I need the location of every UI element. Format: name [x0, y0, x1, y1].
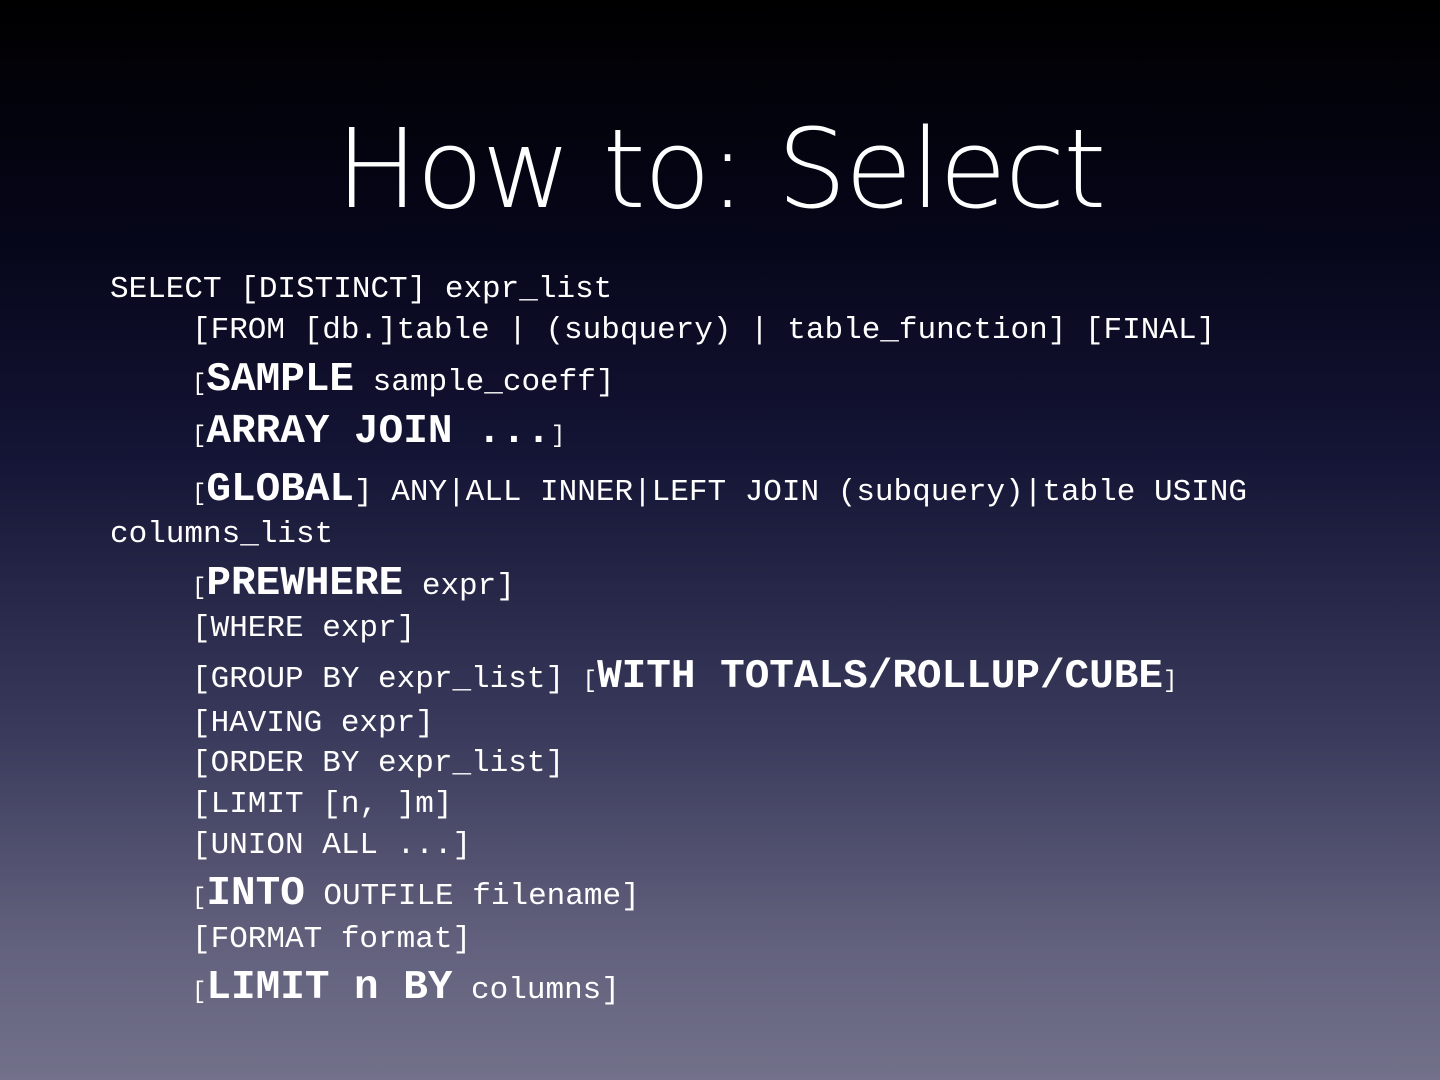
code-text: [LIMIT [n, ]m] [192, 787, 453, 822]
code-keyword: WITH TOTALS/ROLLUP/CUBE [597, 654, 1163, 700]
code-text: sample_coeff] [354, 365, 615, 400]
code-line-where: [WHERE expr] [192, 609, 415, 649]
code-text: ] ANY|ALL INNER|LEFT JOIN (subquery)|tab… [354, 475, 1247, 510]
code-text: OUTFILE filename] [304, 879, 640, 914]
code-line-limit-by: [LIMIT n BY columns] [192, 968, 620, 1013]
code-keyword: INTO [206, 871, 305, 917]
code-line-order-by: [ORDER BY expr_list] [192, 744, 564, 784]
code-line-columns-list: columns_list [110, 515, 333, 555]
code-line-group-by: [GROUP BY expr_list] [WITH TOTALS/ROLLUP… [192, 657, 1177, 702]
code-text: SELECT [DISTINCT] expr_list [110, 272, 613, 307]
code-line-having: [HAVING expr] [192, 704, 434, 744]
code-text: [UNION ALL ...] [192, 828, 472, 863]
code-keyword: GLOBAL [206, 467, 355, 513]
code-line-sample: [SAMPLE sample_coeff] [192, 360, 614, 405]
code-bracket: ] [1162, 668, 1178, 695]
code-text: columns_list [110, 517, 334, 552]
code-bracket: [ [192, 575, 207, 602]
code-text: [ORDER BY expr_list] [192, 746, 565, 781]
code-line-prewhere: [PREWHERE expr] [192, 564, 515, 609]
code-text: expr] [403, 569, 515, 604]
code-line-format: [FORMAT format] [192, 920, 471, 960]
code-text: [FORMAT format] [192, 922, 472, 957]
code-keyword: SAMPLE [206, 357, 355, 403]
code-text: [HAVING expr] [192, 706, 434, 741]
code-bracket: [ [192, 885, 207, 912]
code-bracket: [ [192, 979, 207, 1006]
code-bracket: [ [192, 481, 207, 508]
code-line-select: SELECT [DISTINCT] expr_list [110, 270, 612, 310]
code-text: [GROUP BY expr_list] [192, 662, 583, 697]
code-bracket: [ [192, 423, 207, 450]
code-bracket: [ [582, 668, 598, 695]
code-keyword: PREWHERE [206, 561, 404, 607]
code-line-limit: [LIMIT [n, ]m] [192, 785, 452, 825]
code-line-from: [FROM [db.]table | (subquery) | table_fu… [192, 311, 1215, 351]
code-line-into-outfile: [INTO OUTFILE filename] [192, 874, 640, 919]
code-keyword: LIMIT n BY [206, 965, 453, 1011]
code-line-union-all: [UNION ALL ...] [192, 826, 471, 866]
code-line-global-join: [GLOBAL] ANY|ALL INNER|LEFT JOIN (subque… [192, 470, 1247, 515]
code-text: [WHERE expr] [192, 611, 416, 646]
code-bracket: [ [192, 371, 207, 398]
select-syntax-code-block: SELECT [DISTINCT] expr_list [FROM [db.]t… [0, 0, 1440, 1080]
code-line-array-join: [ARRAY JOIN ...] [192, 412, 565, 457]
code-keyword: ARRAY JOIN ... [206, 409, 551, 455]
code-bracket: ] [550, 423, 566, 450]
code-text: columns] [452, 973, 620, 1008]
code-text: [FROM [db.]table | (subquery) | table_fu… [192, 313, 1216, 348]
